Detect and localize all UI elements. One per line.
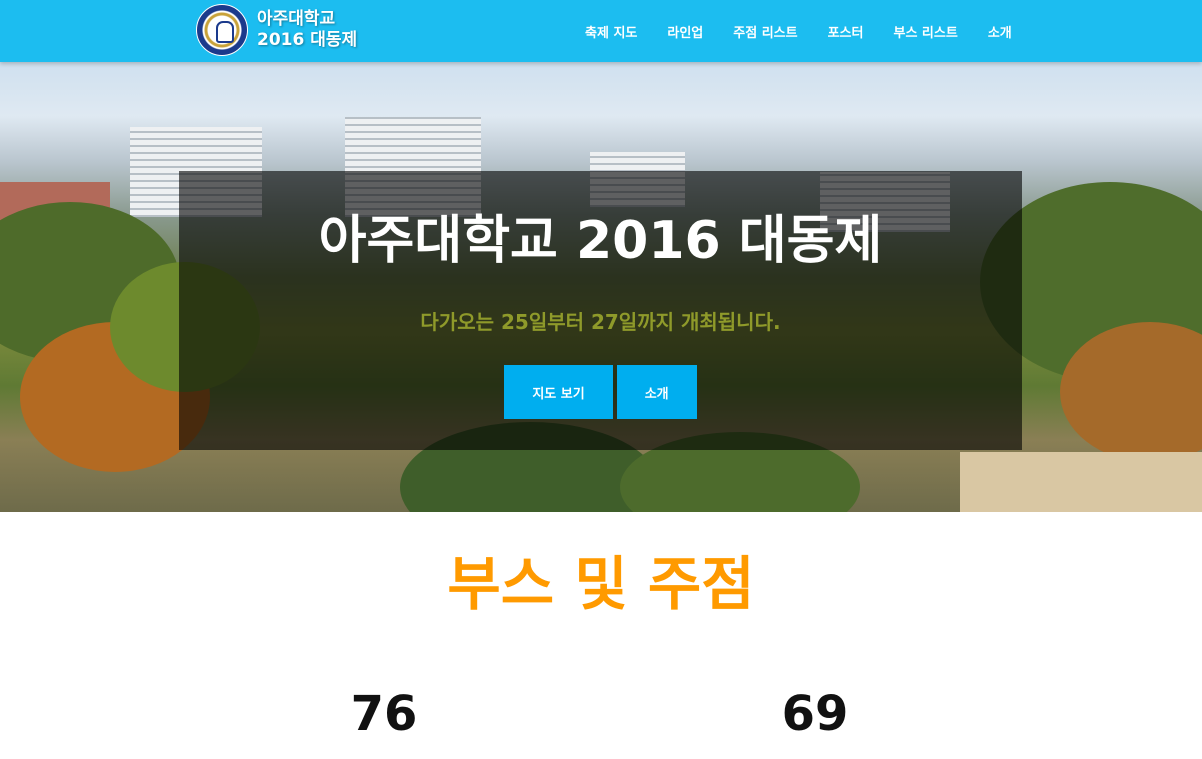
booth-count: 76 — [350, 686, 418, 742]
navbar: 아주대학교 2016 대동제 축제 지도 라인업 주점 리스트 포스터 부스 리… — [0, 0, 1202, 62]
nav-item-poster[interactable]: 포스터 — [828, 22, 864, 41]
hero-title: 아주대학교 2016 대동제 — [318, 211, 883, 271]
hero-subtitle: 다가오는 25일부터 27일까지 개최됩니다. — [420, 310, 781, 334]
view-map-button[interactable]: 지도 보기 — [504, 365, 613, 419]
nav-item-festival-map[interactable]: 축제 지도 — [585, 22, 637, 41]
nav-menu: 축제 지도 라인업 주점 리스트 포스터 부스 리스트 소개 — [570, 0, 1027, 62]
about-button[interactable]: 소개 — [616, 365, 697, 419]
brand-text: 아주대학교 2016 대동제 — [257, 9, 357, 51]
university-seal-logo — [196, 4, 248, 56]
brand-logo-link[interactable]: 아주대학교 2016 대동제 — [196, 2, 357, 58]
pub-count: 69 — [781, 686, 849, 742]
hero-buttons: 지도 보기 소개 — [179, 365, 1022, 419]
hero-overlay-box: 아주대학교 2016 대동제 다가오는 25일부터 27일까지 개최됩니다. 지… — [179, 171, 1022, 450]
nav-item-lineup[interactable]: 라인업 — [667, 22, 703, 41]
nav-item-pub-list[interactable]: 주점 리스트 — [733, 22, 797, 41]
brand-line1: 아주대학교 — [257, 9, 336, 29]
section-title: 부스 및 주점 — [447, 550, 755, 618]
nav-item-about[interactable]: 소개 — [988, 22, 1012, 41]
brand-line2: 2016 대동제 — [257, 30, 358, 50]
nav-item-booth-list[interactable]: 부스 리스트 — [893, 22, 957, 41]
hero-section: 아주대학교 2016 대동제 다가오는 25일부터 27일까지 개최됩니다. 지… — [0, 62, 1202, 512]
